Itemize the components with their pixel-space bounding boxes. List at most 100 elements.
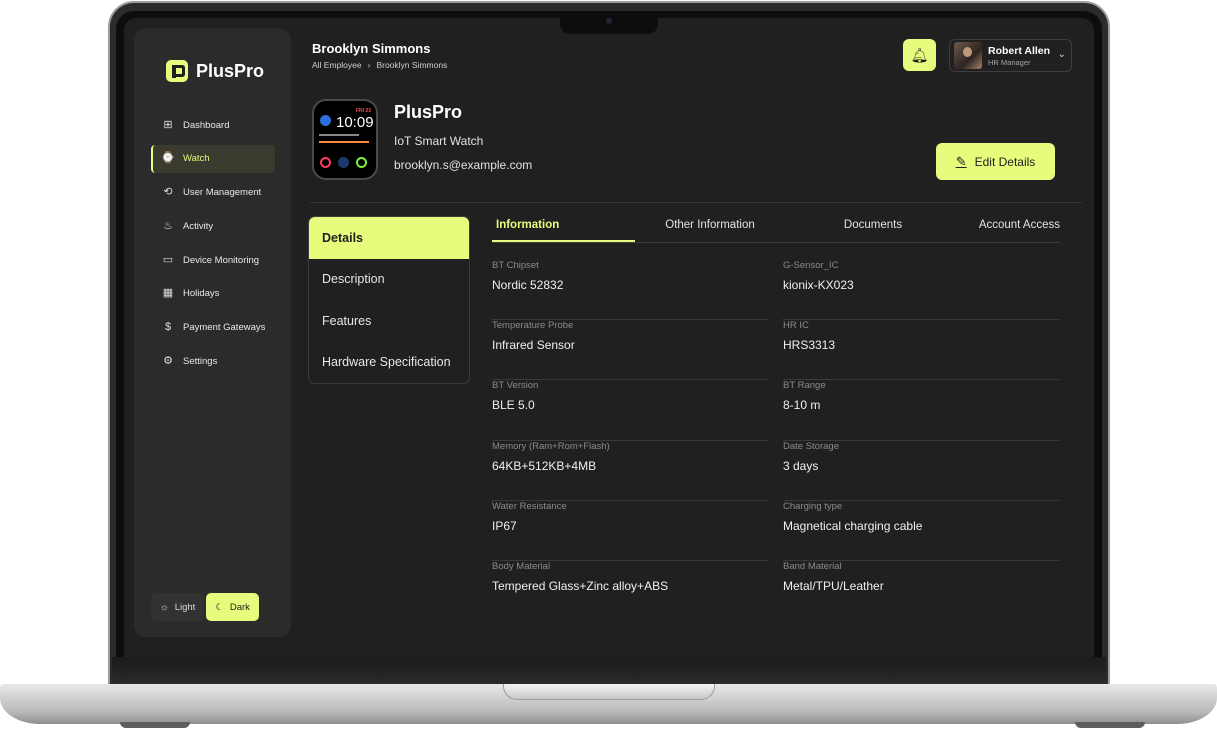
pluspro-logo-icon [166, 60, 188, 82]
info-field-date-storage: Date Storage 3 days [783, 441, 1059, 501]
field-value: kionix-KX023 [783, 278, 854, 292]
product-name: PlusPro [394, 102, 463, 122]
laptop-chin [112, 657, 1106, 684]
light-theme-label: Light [174, 601, 196, 613]
field-value: 3 days [783, 458, 819, 473]
info-field-bt-chipset: BT Chipset Nordic 52832 [492, 260, 768, 321]
field-label: Temperature Probe [492, 320, 574, 332]
dark-theme-button[interactable]: ☾ Dark [206, 593, 259, 621]
info-field-water-resistance: Water Resistance IP67 [492, 501, 768, 561]
watch-image: FRI 23 10:09 [312, 99, 378, 180]
notification-button[interactable]: 🔔︎ [903, 39, 936, 71]
field-label: Charging type [783, 500, 843, 512]
field-value: 64KB+512KB+4MB [492, 458, 597, 473]
sidebar-item-holidays[interactable]: ▦ Holidays [151, 280, 275, 308]
information-grid: BT Chipset Nordic 52832 G-Sensor_IC kionix-… [492, 260, 1060, 621]
watch-icon: ⌚ [161, 152, 175, 165]
breadcrumb: All Employee › Brooklyn Simmons [312, 60, 447, 70]
info-field-g-sensor-ic: G-Sensor_IC kionix-KX023 [783, 260, 1059, 321]
laptop-foot-right [1075, 722, 1145, 728]
field-label: Water Resistance [492, 500, 567, 512]
tab-details[interactable]: Details [309, 217, 469, 259]
info-field-temperature-probe: Temperature Probe Infrared Sensor [492, 320, 768, 381]
info-field-hr-ic: HR IC HRS3313 [783, 320, 1059, 381]
tab-hardware-specification[interactable]: Hardware Specification [309, 342, 469, 384]
moon-icon: ☾ [215, 601, 224, 613]
product-type: IoT Smart Watch [394, 134, 484, 148]
watch-graph-line [319, 141, 369, 143]
app-screen: PlusPro ⊞ Dashboard ⌚ Watch ⟲ User Management… [124, 18, 1094, 657]
sidebar-item-activity[interactable]: ♨ Activity [151, 212, 275, 240]
field-label: HR IC [783, 320, 809, 332]
user-name: Robert Allen [988, 44, 1051, 57]
info-field-memory-ram-rom-flash: Memory (Ram+Rom+Flash) 64KB+512KB+4MB [492, 441, 768, 501]
user-role: HR Manager [988, 57, 1031, 67]
info-field-charging-type: Charging type Magnetical charging cable [783, 501, 1059, 561]
sidebar-item-label: Watch [183, 153, 210, 165]
info-field-body-material: Body Material Tempered Glass+Zinc alloy+A… [492, 561, 768, 621]
edit-details-button[interactable]: ✎ Edit Details [936, 143, 1055, 180]
field-value: Magnetical charging cable [783, 518, 923, 533]
tab-other-information[interactable]: Other Information [635, 218, 785, 242]
tab-description[interactable]: Description [309, 259, 469, 301]
watch-graph-line [319, 134, 359, 136]
sidebar-item-watch[interactable]: ⌚ Watch [151, 144, 275, 173]
field-value: BLE 5.0 [492, 398, 535, 413]
information-tabs: Information Other Information Documents Acc… [492, 218, 1060, 243]
field-label: BT Range [783, 380, 826, 392]
watch-face-time: 10:09 [336, 114, 374, 131]
field-value: Nordic 52832 [492, 278, 564, 292]
light-theme-button[interactable]: ☼ Light [151, 593, 205, 621]
sun-icon: ☼ [160, 601, 169, 613]
sidebar-item-label: Payment Gateways [183, 322, 266, 334]
sidebar-item-label: Holidays [183, 288, 220, 300]
tab-information[interactable]: Information [492, 218, 635, 242]
activity-run-icon: ♨ [163, 219, 173, 232]
bell-icon: 🔔︎ [910, 46, 929, 63]
watch-complication-icon [320, 115, 331, 126]
app-name: PlusPro [196, 60, 265, 81]
field-label: Memory (Ram+Rom+Flash) [492, 440, 610, 452]
laptop-mockup: PlusPro ⊞ Dashboard ⌚ Watch ⟲ User Management… [0, 0, 1217, 734]
user-menu[interactable]: Robert Allen HR Manager ⌄ [949, 39, 1072, 72]
detail-section-tabs: Details Description Features Hardware Speci… [308, 216, 470, 384]
tab-documents[interactable]: Documents [785, 218, 961, 242]
laptop-foot-left [120, 722, 190, 728]
tab-features[interactable]: Features [309, 300, 469, 342]
field-label: Date Storage [783, 440, 839, 452]
field-value: IP67 [492, 518, 517, 533]
chevron-down-icon: ⌄ [1057, 49, 1066, 60]
camera-icon [606, 18, 612, 24]
app-logo[interactable]: PlusPro [166, 60, 264, 82]
breadcrumb-link-all-employee[interactable]: All Employee [312, 60, 362, 70]
dashboard-grid-icon: ⊞ [163, 118, 173, 131]
watch-ring-icon [338, 157, 349, 168]
page-title: Brooklyn Simmons [312, 41, 431, 56]
sidebar-item-user-management[interactable]: ⟲ User Management [151, 179, 275, 207]
field-value: Infrared Sensor [492, 338, 575, 353]
breadcrumb-separator-icon: › [367, 60, 371, 70]
divider [310, 202, 1082, 203]
sidebar: PlusPro ⊞ Dashboard ⌚ Watch ⟲ User Management… [134, 28, 291, 637]
gear-icon: ⚙ [163, 355, 173, 368]
theme-toggle: ☼ Light ☾ Dark [151, 593, 259, 621]
sidebar-nav: ⊞ Dashboard ⌚ Watch ⟲ User Management ♨ Activit… [151, 111, 275, 381]
field-label: Body Material [492, 560, 551, 572]
sidebar-item-payment-gateways[interactable]: $ Payment Gateways [151, 314, 275, 342]
field-value: Metal/TPU/Leather [783, 578, 884, 593]
calendar-icon: ▦ [162, 287, 174, 300]
avatar [954, 42, 982, 69]
watch-ring-icon [320, 157, 331, 168]
laptop-opening-notch [503, 684, 715, 700]
sidebar-item-dashboard[interactable]: ⊞ Dashboard [151, 111, 275, 139]
tab-account-access[interactable]: Account Access [961, 218, 1060, 242]
field-value: Tempered Glass+Zinc alloy+ABS [492, 578, 669, 593]
monitor-icon: ▭ [162, 253, 174, 266]
sidebar-item-label: User Management [183, 187, 262, 199]
info-field-band-material: Band Material Metal/TPU/Leather [783, 561, 1059, 621]
info-field-bt-range: BT Range 8-10 m [783, 380, 1059, 441]
sidebar-item-device-monitoring[interactable]: ▭ Device Monitoring [151, 246, 275, 274]
product-email: brooklyn.s@example.com [394, 158, 533, 172]
sidebar-item-settings[interactable]: ⚙ Settings [151, 348, 275, 376]
watch-ring-icon [356, 157, 367, 168]
